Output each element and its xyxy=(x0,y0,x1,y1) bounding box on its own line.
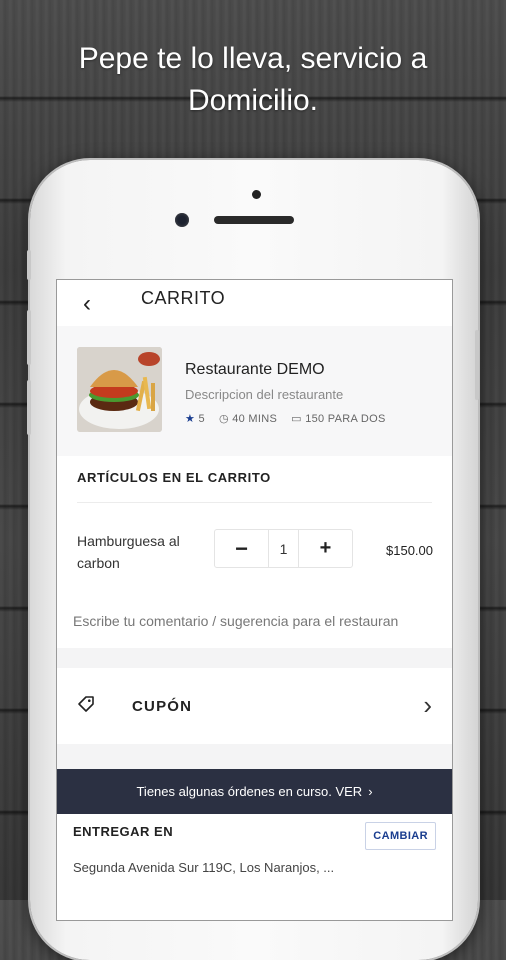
divider xyxy=(77,502,432,503)
volume-down-button xyxy=(27,380,31,435)
chevron-right-icon: › xyxy=(368,784,373,799)
mute-switch xyxy=(27,250,31,280)
cart-item-name-line1: Hamburguesa al xyxy=(77,533,180,549)
delivery-address: Segunda Avenida Sur 119C, Los Naranjos, … xyxy=(73,860,335,875)
power-button xyxy=(475,330,479,400)
back-chevron-icon[interactable]: ‹ xyxy=(83,290,91,318)
promo-headline-line2: Domicilio. xyxy=(187,84,319,117)
price-group: ▭ 150 PARA DOS xyxy=(291,412,386,425)
price-for-two: 150 PARA DOS xyxy=(305,413,386,425)
section-gap xyxy=(57,648,452,668)
cart-item-name-line2: carbon xyxy=(77,555,120,571)
orders-banner-text: Tienes algunas órdenes en curso. VER xyxy=(136,784,363,799)
comment-input[interactable]: Escribe tu comentario / sugerencia para … xyxy=(73,613,443,629)
promo-headline: Pepe te lo lleva, servicio a Domicilio. xyxy=(0,38,506,122)
decrease-button[interactable]: − xyxy=(215,530,268,567)
delivery-title: ENTREGAR EN xyxy=(73,824,174,839)
rating-value: 5 xyxy=(198,413,205,425)
cart-section-title: ARTÍCULOS EN EL CARRITO xyxy=(77,470,271,485)
coupon-row[interactable]: CUPÓN › xyxy=(57,668,452,744)
wallet-icon: ▭ xyxy=(291,413,302,425)
star-icon: ★ xyxy=(185,413,196,425)
front-camera xyxy=(175,213,189,227)
tag-icon xyxy=(78,696,94,712)
volume-up-button xyxy=(27,310,31,365)
cart-item-name: Hamburguesa al carbon xyxy=(77,530,180,574)
coupon-label: CUPÓN xyxy=(132,698,193,715)
rating-group: ★ 5 xyxy=(185,412,205,425)
change-address-button[interactable]: CAMBIAR xyxy=(365,822,436,850)
section-gap xyxy=(57,744,452,769)
delivery-time: 40 MINS xyxy=(232,413,278,425)
restaurant-card[interactable]: Restaurante DEMO Descripcion del restaur… xyxy=(57,326,452,456)
restaurant-meta: ★ 5 ◷ 40 MINS ▭ 150 PARA DOS xyxy=(185,412,386,425)
restaurant-name: Restaurante DEMO xyxy=(185,361,325,378)
time-group: ◷ 40 MINS xyxy=(219,412,277,425)
earpiece-speaker xyxy=(214,216,294,224)
top-bar: ‹ CARRITO xyxy=(57,280,452,326)
promo-headline-line1: Pepe te lo lleva, servicio a xyxy=(78,42,428,75)
restaurant-description: Descripcion del restaurante xyxy=(185,387,344,402)
orders-banner[interactable]: Tienes algunas órdenes en curso. VER › xyxy=(57,769,452,814)
increase-button[interactable]: + xyxy=(299,530,352,567)
clock-icon: ◷ xyxy=(218,413,229,425)
chevron-right-icon: › xyxy=(423,690,432,720)
quantity-value: 1 xyxy=(268,530,299,567)
cart-item-price: $150.00 xyxy=(386,543,433,558)
sensor-dot xyxy=(252,190,261,199)
app-screen: ‹ CARRITO Restaurante DEMO Descripcion d… xyxy=(56,279,453,921)
restaurant-photo xyxy=(77,347,162,432)
quantity-stepper: − 1 + xyxy=(214,529,353,568)
page-title: CARRITO xyxy=(141,288,226,308)
